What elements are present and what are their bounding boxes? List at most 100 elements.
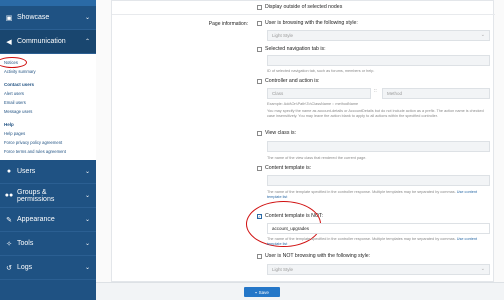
display-outside-checkbox[interactable]: Display outside of selected nodes bbox=[257, 3, 492, 11]
section-divider bbox=[112, 14, 495, 15]
checkbox-label: Selected navigation tab is: bbox=[265, 46, 326, 52]
browsing-style-row: User is browsing with the following styl… bbox=[257, 19, 492, 27]
highlight-ring bbox=[0, 57, 27, 68]
nav-section-communication[interactable]: ◀ Communication ⌃ bbox=[0, 30, 96, 54]
content-template-checkbox[interactable]: Content template is: bbox=[257, 164, 492, 172]
chevron-down-icon: ⌄ bbox=[84, 193, 90, 199]
sidebar-item-label: Email users bbox=[4, 100, 26, 105]
browsing-style-checkbox[interactable]: User is browsing with the following styl… bbox=[257, 19, 492, 27]
view-class-input[interactable] bbox=[267, 141, 490, 152]
checkbox-box[interactable] bbox=[257, 46, 262, 52]
communication-subnav: Notices Activity summary Contact users A… bbox=[0, 54, 96, 160]
hint-text: The name of the template specified in th… bbox=[267, 237, 456, 241]
display-outside-row: Display outside of selected nodes bbox=[257, 3, 492, 11]
sidebar-group-help: Help bbox=[4, 122, 14, 127]
controller-detail-hint: You may specify the name as account-deta… bbox=[267, 109, 484, 118]
nav-section-showcase[interactable]: ▣ Showcase ⌄ bbox=[0, 6, 96, 30]
checkbox-box[interactable] bbox=[257, 253, 262, 259]
checkbox-box[interactable] bbox=[257, 78, 262, 84]
admin-sidebar: ▣ Showcase ⌄ ◀ Communication ⌃ Notices A… bbox=[0, 0, 96, 300]
wrench-icon: ✧ bbox=[6, 240, 12, 248]
user-icon: ● bbox=[6, 168, 12, 175]
image-icon: ▣ bbox=[5, 14, 13, 22]
nav-section-appearance[interactable]: ✎ Appearance ⌄ bbox=[0, 208, 96, 232]
sidebar-group-contact-users: Contact users bbox=[4, 82, 35, 87]
chevron-down-icon: ⌄ bbox=[84, 15, 90, 21]
input-value: account_upgrades bbox=[272, 226, 310, 231]
chevron-up-icon: ⌃ bbox=[84, 39, 90, 45]
controller-action-checkbox[interactable]: Controller and action is: bbox=[257, 77, 492, 85]
checkbox-label: User is NOT browsing with the following … bbox=[265, 253, 371, 259]
controller-action-input[interactable]: Method bbox=[382, 88, 490, 99]
sidebar-item-label: Message users bbox=[4, 109, 33, 114]
megaphone-icon: ◀ bbox=[6, 38, 12, 46]
save-button[interactable]: ▪ Save bbox=[244, 287, 280, 297]
content-template-not-input[interactable]: account_upgrades bbox=[267, 223, 490, 234]
sidebar-item-email-users[interactable]: Email users bbox=[0, 98, 96, 107]
sidebar-item-label: Force privacy policy agreement bbox=[4, 140, 63, 145]
not-browsing-style-select[interactable]: Light Style ⌄ bbox=[267, 264, 490, 275]
content-template-row: Content template is: bbox=[257, 164, 492, 172]
form-submit-row: ▪ Save bbox=[96, 282, 504, 300]
content-template-input[interactable] bbox=[267, 175, 490, 186]
sidebar-item-label: Force terms and rules agreement bbox=[4, 149, 66, 154]
nav-tab-input[interactable] bbox=[267, 55, 490, 66]
checkbox-box[interactable] bbox=[257, 165, 262, 171]
double-colon-separator: :: bbox=[374, 88, 377, 94]
nav-section-label: Logs bbox=[17, 264, 33, 271]
nav-section-groups-permissions[interactable]: ●● Groups & permissions ⌄ bbox=[0, 184, 96, 208]
input-placeholder: Method bbox=[387, 91, 403, 96]
hint-text: The name of the template specified in th… bbox=[267, 190, 456, 194]
chevron-down-icon: ⌄ bbox=[480, 32, 485, 38]
sidebar-item-activity-summary[interactable]: Activity summary bbox=[0, 67, 96, 76]
nav-tab-hint: ID of selected navigation tab, such as f… bbox=[267, 69, 375, 73]
controller-class-input[interactable]: Class bbox=[267, 88, 371, 99]
not-browsing-style-checkbox[interactable]: User is NOT browsing with the following … bbox=[257, 252, 492, 260]
chevron-down-icon: ⌄ bbox=[84, 169, 90, 175]
view-class-checkbox[interactable]: View class is: bbox=[257, 129, 492, 137]
paint-brush-icon: ✎ bbox=[6, 216, 12, 224]
checkbox-box[interactable] bbox=[257, 4, 262, 10]
chevron-down-icon: ⌄ bbox=[480, 266, 485, 272]
checkbox-label: Controller and action is: bbox=[265, 78, 320, 84]
sidebar-item-help-pages[interactable]: Help pages bbox=[0, 129, 96, 138]
controller-example-hint: Example: Add\On\Path\To\ClassName :: met… bbox=[267, 102, 359, 106]
nav-section-logs[interactable]: ↺ Logs ⌄ bbox=[0, 256, 96, 280]
nav-section-tools[interactable]: ✧ Tools ⌄ bbox=[0, 232, 96, 256]
sidebar-item-notices[interactable]: Notices bbox=[0, 57, 96, 68]
nav-section-label: Users bbox=[17, 168, 36, 175]
save-icon: ▪ bbox=[255, 289, 257, 295]
view-class-hint: The name of the view class that rendered… bbox=[267, 156, 367, 160]
chevron-down-icon: ⌄ bbox=[84, 241, 90, 247]
nav-tab-row: Selected navigation tab is: bbox=[257, 45, 492, 53]
select-value: Light Style bbox=[272, 267, 294, 272]
nav-section-label: Showcase bbox=[17, 14, 50, 21]
page-information-label: Page information: bbox=[208, 21, 248, 27]
view-class-row: View class is: bbox=[257, 129, 492, 137]
nav-section-label: Communication bbox=[17, 38, 66, 45]
sidebar-item-alert-users[interactable]: Alert users bbox=[0, 89, 96, 98]
sidebar-item-force-terms[interactable]: Force terms and rules agreement bbox=[0, 147, 96, 156]
chevron-down-icon: ⌄ bbox=[84, 217, 90, 223]
nav-section-users[interactable]: ● Users ⌄ bbox=[0, 160, 96, 184]
nav-section-label: Appearance bbox=[17, 216, 55, 223]
chevron-down-icon: ⌄ bbox=[84, 265, 90, 271]
checkbox-box[interactable] bbox=[257, 20, 262, 26]
content-template-hint: The name of the template specified in th… bbox=[267, 190, 490, 200]
controller-action-row: Controller and action is: bbox=[257, 77, 492, 85]
checkbox-label: Content template is: bbox=[265, 165, 312, 171]
select-value: Light Style bbox=[272, 33, 294, 38]
nav-section-label: Tools bbox=[17, 240, 34, 247]
sidebar-item-message-users[interactable]: Message users bbox=[0, 107, 96, 116]
checkbox-label: View class is: bbox=[265, 130, 297, 136]
content-template-not-hint: The name of the template specified in th… bbox=[267, 237, 490, 247]
sidebar-item-force-privacy[interactable]: Force privacy policy agreement bbox=[0, 138, 96, 147]
checkbox-box[interactable] bbox=[257, 130, 262, 136]
history-icon: ↺ bbox=[6, 264, 12, 272]
checkbox-label: User is browsing with the following styl… bbox=[265, 20, 358, 26]
sidebar-item-label: Alert users bbox=[4, 91, 25, 96]
checkbox-label: Display outside of selected nodes bbox=[265, 4, 343, 10]
sidebar-item-label: Activity summary bbox=[4, 69, 36, 74]
nav-tab-checkbox[interactable]: Selected navigation tab is: bbox=[257, 45, 492, 53]
browsing-style-select[interactable]: Light Style ⌄ bbox=[267, 30, 490, 41]
